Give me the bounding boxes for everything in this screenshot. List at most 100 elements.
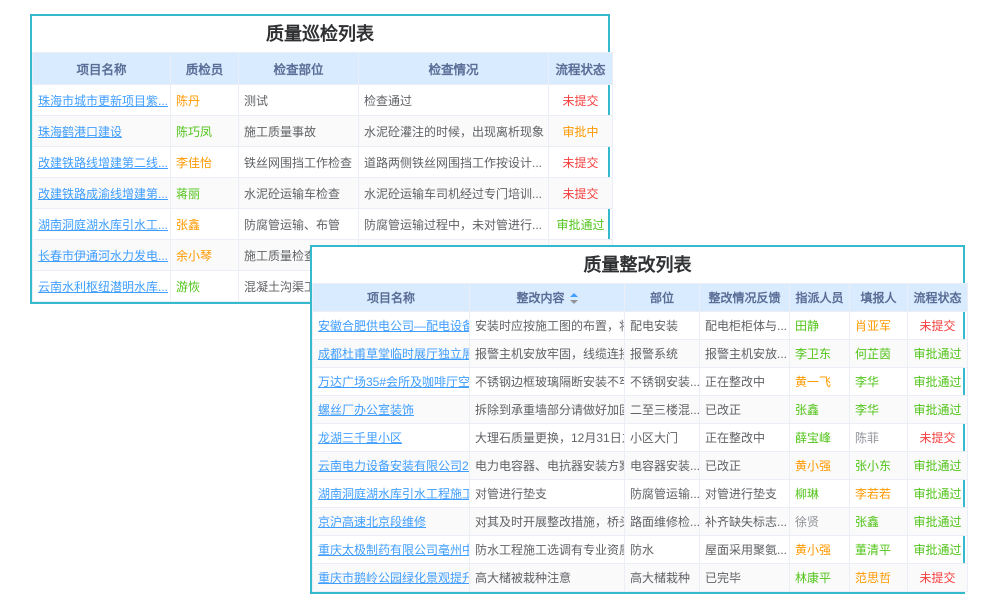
table-cell: 重庆太极制药有限公司亳州中... — [313, 536, 470, 564]
table-cell: 审批通过 — [908, 452, 968, 480]
table-cell: 陈巧凤 — [171, 116, 239, 147]
table-cell: 张小东 — [850, 452, 908, 480]
table-row: 京沪高速北京段维修对其及时开展整改措施，桥头...路面维修检...补齐缺失标志.… — [313, 508, 968, 536]
project-link[interactable]: 湖南洞庭湖水库引水工... — [38, 218, 168, 232]
table-cell: 对管进行垫支 — [700, 480, 790, 508]
cell-text: 报警主机安放... — [705, 347, 787, 361]
status-text: 审批通过 — [913, 375, 961, 389]
cell-text: 防腐管运输过程中，未对管进行... — [364, 218, 542, 232]
cell-text: 高大槠被栽种注意 — [475, 571, 571, 585]
table-cell: 报警主机安放牢固，线缆连接... — [470, 340, 625, 368]
person-name: 张鑫 — [855, 515, 879, 529]
cell-text: 防水工程施工选调有专业资质... — [475, 543, 625, 557]
cell-text: 配电柜柜体与... — [705, 319, 787, 333]
table-cell: 张鑫 — [790, 396, 850, 424]
project-link[interactable]: 安徽合肥供电公司—配电设备... — [318, 319, 470, 333]
table-cell: 京沪高速北京段维修 — [313, 508, 470, 536]
table-cell: 已改正 — [700, 396, 790, 424]
project-link[interactable]: 重庆市鹅岭公园绿化景观提升... — [318, 571, 470, 585]
table-cell: 徐贤 — [790, 508, 850, 536]
table-cell: 已改正 — [700, 452, 790, 480]
cell-text: 对管进行垫支 — [475, 487, 547, 501]
table-cell: 小区大门 — [625, 424, 700, 452]
table-cell: 云南水利枢纽潜明水库... — [33, 271, 171, 302]
cell-text: 正在整改中 — [705, 375, 765, 389]
column-header: 指派人员 — [790, 284, 850, 312]
table-cell: 湖南洞庭湖水库引水工程施工1... — [313, 480, 470, 508]
person-name: 董清平 — [855, 543, 891, 557]
table-cell: 何芷茵 — [850, 340, 908, 368]
rectification-header-row: 项目名称整改内容部位整改情况反馈指派人员填报人流程状态 — [313, 284, 968, 312]
table-cell: 高大槠栽种 — [625, 564, 700, 592]
cell-text: 配电安装 — [630, 319, 678, 333]
person-name: 黄小强 — [795, 543, 831, 557]
table-cell: 云南电力设备安装有限公司20... — [313, 452, 470, 480]
cell-text: 施工质量检查 — [244, 249, 316, 263]
project-link[interactable]: 改建铁路成渝线增建第... — [38, 187, 168, 201]
column-header[interactable]: 整改内容 — [470, 284, 625, 312]
project-link[interactable]: 云南水利枢纽潜明水库... — [38, 280, 168, 294]
table-cell: 黄一飞 — [790, 368, 850, 396]
table-cell: 柳琳 — [790, 480, 850, 508]
cell-text: 小区大门 — [630, 431, 678, 445]
person-name: 陈菲 — [855, 431, 879, 445]
column-header: 检查部位 — [239, 53, 359, 85]
table-cell: 张鑫 — [171, 209, 239, 240]
table-cell: 审批通过 — [908, 508, 968, 536]
table-cell: 审批通过 — [908, 340, 968, 368]
project-link[interactable]: 成都杜甫草堂临时展厅独立展... — [318, 347, 470, 361]
project-link[interactable]: 万达广场35#会所及咖啡厅空... — [318, 375, 470, 389]
table-cell: 陈丹 — [171, 85, 239, 116]
rectification-list-title: 质量整改列表 — [312, 247, 963, 283]
rectification-table-body: 安徽合肥供电公司—配电设备...安装时应按施工图的布置，将... 配电安装 配电柜柜… — [313, 312, 968, 592]
table-cell: 铁丝网围挡工作检查 — [239, 147, 359, 178]
column-header: 项目名称 — [313, 284, 470, 312]
project-link[interactable]: 螺丝厂办公室装饰 — [318, 403, 414, 417]
table-cell: 螺丝厂办公室装饰 — [313, 396, 470, 424]
status-text: 审批中 — [562, 125, 598, 139]
table-cell: 安装时应按施工图的布置，将... — [470, 312, 625, 340]
project-link[interactable]: 湖南洞庭湖水库引水工程施工1... — [318, 487, 470, 501]
person-name: 范思哲 — [855, 571, 891, 585]
person-name: 徐贤 — [795, 515, 819, 529]
table-row: 云南电力设备安装有限公司20...电力电容器、电抗器安装方案... 电容器安装..… — [313, 452, 968, 480]
cell-text: 道路两侧铁丝网围挡工作按设计... — [364, 156, 542, 170]
project-link[interactable]: 云南电力设备安装有限公司20... — [318, 459, 470, 473]
status-text: 审批通过 — [913, 403, 961, 417]
project-link[interactable]: 重庆太极制药有限公司亳州中... — [318, 543, 470, 557]
table-cell: 水泥砼运输车检查 — [239, 178, 359, 209]
column-header: 流程状态 — [908, 284, 968, 312]
project-link[interactable]: 京沪高速北京段维修 — [318, 515, 426, 529]
table-cell: 配电柜柜体与... — [700, 312, 790, 340]
cell-text: 水泥砼运输车司机经过专门培训... — [364, 187, 542, 201]
column-header-label: 流程状态 — [913, 291, 961, 305]
cell-text: 屋面采用聚氨... — [705, 543, 787, 557]
person-name: 田静 — [795, 319, 819, 333]
rectification-table: 项目名称整改内容部位整改情况反馈指派人员填报人流程状态 安徽合肥供电公司—配电设… — [312, 283, 968, 592]
cell-text: 水泥砼灌注的时候，出现离析现象 — [364, 125, 544, 139]
project-link[interactable]: 改建铁路线增建第二线... — [38, 156, 168, 170]
status-text: 审批通过 — [913, 459, 961, 473]
cell-text: 不锈钢边框玻璃隔断安装不牢... — [475, 375, 625, 389]
project-link[interactable]: 龙湖三千里小区 — [318, 431, 402, 445]
table-cell: 电力电容器、电抗器安装方案... — [470, 452, 625, 480]
cell-text: 水泥砼运输车检查 — [244, 187, 340, 201]
project-link[interactable]: 珠海鹤港口建设 — [38, 125, 122, 139]
person-name: 柳琳 — [795, 487, 819, 501]
column-header-label: 指派人员 — [795, 291, 843, 305]
table-cell: 余小琴 — [171, 240, 239, 271]
column-header-label: 整改内容 — [516, 291, 564, 305]
person-name: 张鑫 — [176, 218, 200, 232]
sort-icon[interactable] — [570, 293, 578, 304]
cell-text: 电容器安装... — [630, 459, 700, 473]
project-link[interactable]: 珠海市城市更新项目紫... — [38, 94, 168, 108]
cell-text: 已完毕 — [705, 571, 741, 585]
table-row: 湖南洞庭湖水库引水工程施工1...对管进行垫支防腐管运输...对管进行垫支柳琳李… — [313, 480, 968, 508]
table-cell: 审批通过 — [908, 536, 968, 564]
project-link[interactable]: 长春市伊通河水力发电... — [38, 249, 168, 263]
inspection-header-row: 项目名称质检员检查部位检查情况流程状态 — [33, 53, 613, 85]
table-cell: 龙湖三千里小区 — [313, 424, 470, 452]
cell-text: 拆除到承重墙部分请做好加固... — [475, 403, 625, 417]
person-name: 李华 — [855, 403, 879, 417]
table-cell: 安徽合肥供电公司—配电设备... — [313, 312, 470, 340]
